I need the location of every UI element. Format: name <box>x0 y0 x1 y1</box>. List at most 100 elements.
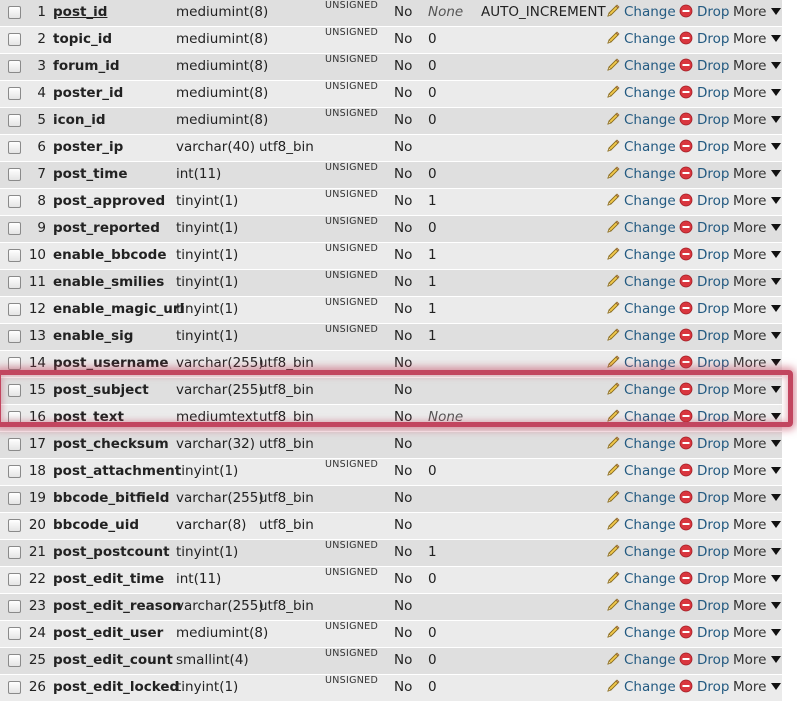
more-dropdown[interactable]: More <box>733 648 782 674</box>
row-checkbox[interactable] <box>8 465 21 478</box>
drop-button[interactable]: Drop <box>679 567 729 593</box>
change-button[interactable]: Change <box>606 675 676 701</box>
change-button[interactable]: Change <box>606 81 676 107</box>
row-checkbox[interactable] <box>8 519 21 532</box>
drop-button[interactable]: Drop <box>679 351 729 377</box>
row-checkbox[interactable] <box>8 168 21 181</box>
drop-button[interactable]: Drop <box>679 594 729 620</box>
drop-button[interactable]: Drop <box>679 189 729 215</box>
more-dropdown[interactable]: More <box>733 216 782 242</box>
more-dropdown[interactable]: More <box>733 567 782 593</box>
drop-button[interactable]: Drop <box>679 243 729 269</box>
more-dropdown[interactable]: More <box>733 135 782 161</box>
more-dropdown[interactable]: More <box>733 675 782 701</box>
change-button[interactable]: Change <box>606 540 676 566</box>
row-checkbox[interactable] <box>8 303 21 316</box>
row-checkbox[interactable] <box>8 546 21 559</box>
more-dropdown[interactable]: More <box>733 378 782 404</box>
drop-button[interactable]: Drop <box>679 135 729 161</box>
more-dropdown[interactable]: More <box>733 540 782 566</box>
drop-button[interactable]: Drop <box>679 648 729 674</box>
more-dropdown[interactable]: More <box>733 405 782 431</box>
change-button[interactable]: Change <box>606 108 676 134</box>
more-dropdown[interactable]: More <box>733 594 782 620</box>
change-button[interactable]: Change <box>606 621 676 647</box>
change-button[interactable]: Change <box>606 270 676 296</box>
change-button[interactable]: Change <box>606 432 676 458</box>
row-checkbox[interactable] <box>8 6 21 19</box>
change-button[interactable]: Change <box>606 648 676 674</box>
row-checkbox[interactable] <box>8 654 21 667</box>
row-checkbox[interactable] <box>8 195 21 208</box>
drop-button[interactable]: Drop <box>679 216 729 242</box>
change-button[interactable]: Change <box>606 135 676 161</box>
drop-button[interactable]: Drop <box>679 621 729 647</box>
drop-button[interactable]: Drop <box>679 540 729 566</box>
more-dropdown[interactable]: More <box>733 486 782 512</box>
more-dropdown[interactable]: More <box>733 351 782 377</box>
drop-button[interactable]: Drop <box>679 81 729 107</box>
row-checkbox[interactable] <box>8 276 21 289</box>
change-button[interactable]: Change <box>606 162 676 188</box>
change-button[interactable]: Change <box>606 594 676 620</box>
more-dropdown[interactable]: More <box>733 81 782 107</box>
drop-button[interactable]: Drop <box>679 459 729 485</box>
drop-button[interactable]: Drop <box>679 27 729 53</box>
row-checkbox[interactable] <box>8 114 21 127</box>
row-checkbox[interactable] <box>8 330 21 343</box>
drop-button[interactable]: Drop <box>679 513 729 539</box>
row-checkbox[interactable] <box>8 411 21 424</box>
more-dropdown[interactable]: More <box>733 459 782 485</box>
change-button[interactable]: Change <box>606 405 676 431</box>
change-button[interactable]: Change <box>606 324 676 350</box>
drop-button[interactable]: Drop <box>679 54 729 80</box>
drop-button[interactable]: Drop <box>679 378 729 404</box>
drop-button[interactable]: Drop <box>679 432 729 458</box>
more-dropdown[interactable]: More <box>733 324 782 350</box>
change-button[interactable]: Change <box>606 0 676 26</box>
row-checkbox[interactable] <box>8 384 21 397</box>
more-dropdown[interactable]: More <box>733 297 782 323</box>
more-dropdown[interactable]: More <box>733 162 782 188</box>
row-checkbox[interactable] <box>8 438 21 451</box>
change-button[interactable]: Change <box>606 567 676 593</box>
row-checkbox[interactable] <box>8 627 21 640</box>
row-checkbox[interactable] <box>8 600 21 613</box>
row-checkbox[interactable] <box>8 681 21 694</box>
change-button[interactable]: Change <box>606 486 676 512</box>
more-dropdown[interactable]: More <box>733 270 782 296</box>
change-button[interactable]: Change <box>606 27 676 53</box>
more-dropdown[interactable]: More <box>733 0 782 26</box>
row-checkbox[interactable] <box>8 249 21 262</box>
change-button[interactable]: Change <box>606 297 676 323</box>
drop-button[interactable]: Drop <box>679 486 729 512</box>
more-dropdown[interactable]: More <box>733 54 782 80</box>
row-checkbox[interactable] <box>8 33 21 46</box>
more-dropdown[interactable]: More <box>733 621 782 647</box>
change-button[interactable]: Change <box>606 216 676 242</box>
row-checkbox[interactable] <box>8 492 21 505</box>
change-button[interactable]: Change <box>606 513 676 539</box>
change-button[interactable]: Change <box>606 351 676 377</box>
drop-button[interactable]: Drop <box>679 270 729 296</box>
more-dropdown[interactable]: More <box>733 189 782 215</box>
row-checkbox[interactable] <box>8 222 21 235</box>
more-dropdown[interactable]: More <box>733 513 782 539</box>
drop-button[interactable]: Drop <box>679 675 729 701</box>
drop-button[interactable]: Drop <box>679 405 729 431</box>
row-checkbox[interactable] <box>8 87 21 100</box>
row-checkbox[interactable] <box>8 141 21 154</box>
more-dropdown[interactable]: More <box>733 108 782 134</box>
drop-button[interactable]: Drop <box>679 324 729 350</box>
more-dropdown[interactable]: More <box>733 27 782 53</box>
row-checkbox[interactable] <box>8 357 21 370</box>
drop-button[interactable]: Drop <box>679 162 729 188</box>
drop-button[interactable]: Drop <box>679 0 729 26</box>
change-button[interactable]: Change <box>606 243 676 269</box>
more-dropdown[interactable]: More <box>733 432 782 458</box>
change-button[interactable]: Change <box>606 378 676 404</box>
drop-button[interactable]: Drop <box>679 108 729 134</box>
drop-button[interactable]: Drop <box>679 297 729 323</box>
row-checkbox[interactable] <box>8 60 21 73</box>
change-button[interactable]: Change <box>606 459 676 485</box>
